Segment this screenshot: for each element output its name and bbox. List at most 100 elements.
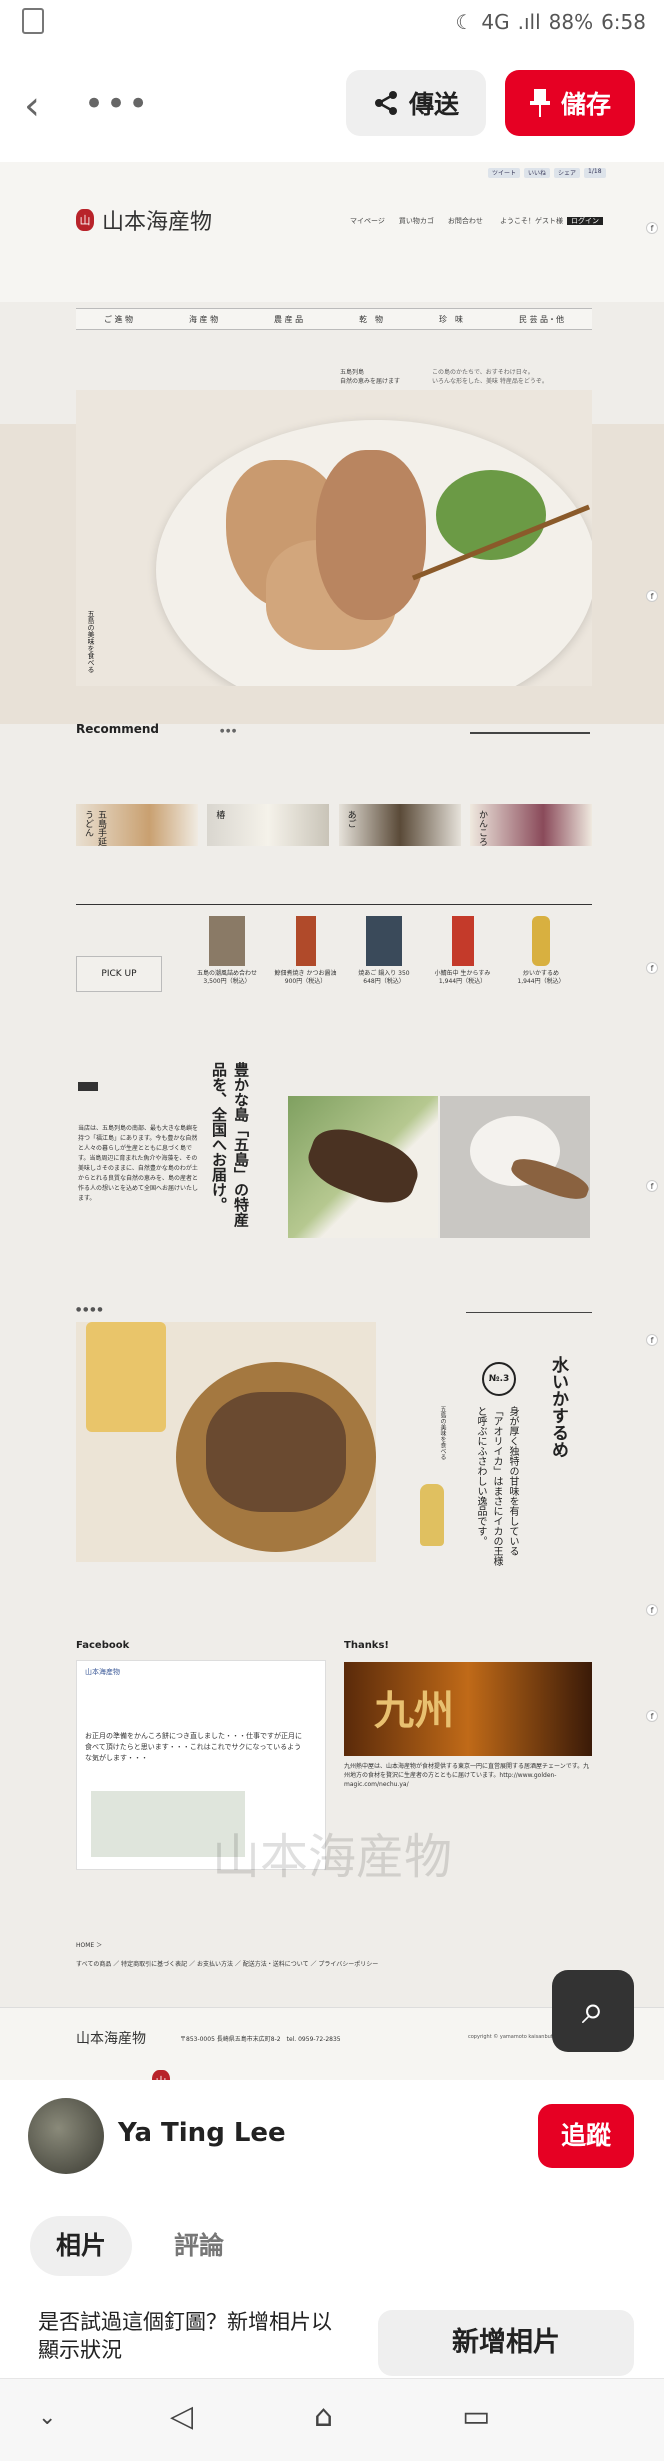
facebook-icon: f (646, 1334, 658, 1346)
chevron-down-icon[interactable]: ⌄ (38, 2405, 56, 2430)
footer-watermark: 山本海産物 (211, 1829, 452, 1885)
thumb-label: 椿 (214, 810, 225, 819)
thanks-text: 九州熱中屋は、山本海産物が食材提供する東京一円に直営展開する居酒屋チェーンです。… (344, 1763, 590, 1788)
beer-glass (86, 1322, 166, 1432)
system-nav-bar: ⌄ ◁ ⌂ ▭ (0, 2378, 664, 2461)
welcome-text: ようこそ！ゲスト様 ログイン (500, 216, 603, 226)
share-row: ツイート いいね シェア 1/18 (488, 168, 606, 178)
squid-image (76, 1322, 376, 1562)
footer-address: 〒853-0005 長崎県五島市末広町8-2 tel. 0959-72-2835 (180, 2036, 341, 2043)
pickup-products: 五島の潮風詰め合わせ 3,500円（税込） 鯨佃煮焼き かつお醤油 900円（税込）… (194, 916, 574, 986)
site-header: 山 山本海産物 ツイート いいね シェア 1/18 マイページ 買い物カゴ お問… (0, 162, 664, 302)
fb-post-text: お正月の準備をかんころ餅につき直しました・・・仕事ですが正月に食べて頂けたらと思… (85, 1732, 302, 1762)
thumb-label: かんころ (476, 810, 487, 846)
send-label: 傳送 (408, 90, 459, 119)
visual-search-icon[interactable]: ⌕ (552, 1970, 634, 2052)
product-image (209, 916, 245, 966)
product-image (532, 916, 550, 966)
thumb-ago: あご (338, 804, 461, 846)
site-logo: 山 山本海産物 (76, 204, 212, 236)
thumb-tsubaki: 椿 (207, 804, 330, 846)
fb-page-name: 山本海産物 (85, 1668, 120, 1676)
facebook-icon: f (646, 1710, 658, 1722)
section-caption: 五島の美味を食べる (439, 1406, 446, 1460)
login-button: ログイン (567, 217, 603, 225)
home-icon[interactable]: ⌂ (314, 2399, 333, 2434)
product-name: 炒いかするめ (522, 970, 559, 977)
thumb-label: 五島手延うどん (83, 810, 106, 846)
try-prompt: 是否試過這個釘圖？新增相片以顯示狀況 (38, 2310, 332, 2362)
facebook-icon: f (646, 222, 658, 234)
logo-seal: 山 (152, 2070, 170, 2080)
cat-dried: 乾 物 (359, 314, 384, 324)
tab-bar: 相片 評論 (0, 2212, 664, 2282)
user-name[interactable]: Ya Ting Lee (118, 2118, 286, 2148)
recents-icon[interactable]: ▭ (462, 2399, 490, 2434)
add-photo-button[interactable]: 新增相片 (378, 2310, 634, 2376)
moon-icon: ☾ (455, 10, 474, 34)
recommend-heading: Recommend (76, 722, 160, 736)
more-options-icon[interactable]: ••• (84, 84, 150, 124)
send-button[interactable]: 傳送 (346, 70, 486, 136)
signal-icon: .ıll (517, 10, 541, 34)
product-price: 1,944円（税込） (517, 978, 565, 985)
user-bar: Ya Ting Lee 追蹤 (0, 2080, 664, 2192)
pickup-label: PICK UP (76, 956, 162, 992)
follow-button[interactable]: 追蹤 (538, 2104, 634, 2168)
hero-caption: 五島の美味を食べる (87, 610, 95, 673)
pickup-divider (76, 904, 592, 905)
thanks-heading: Thanks! (344, 1640, 389, 1651)
fishcake (316, 450, 426, 620)
breadcrumb-home: HOME ＞ (76, 1942, 103, 1949)
back-icon[interactable]: ‹ (24, 86, 40, 126)
number-badge: №.3 (482, 1362, 516, 1396)
battery-label: 88% (548, 10, 594, 34)
back-nav-icon[interactable]: ◁ (170, 2399, 193, 2434)
thumb-kankoro: かんころ (469, 804, 592, 846)
like-button: いいね (524, 168, 551, 178)
network-label: 4G (481, 10, 510, 34)
thumb-label: あご (345, 810, 356, 828)
cat-delicacy: 珍 味 (439, 314, 463, 324)
carousel-dots: ● ● ● (220, 728, 237, 734)
share-button-small: シェア (554, 168, 581, 178)
intro-heading: 五島列島 自然の恵みを届けます (340, 369, 401, 385)
feature-body: 当店は、五島列島の南部、最も大きな島嶼を持つ「福江島」にあります。今も豊かな自然… (78, 1125, 199, 1202)
carousel-dots: ● ● ● ● (76, 1306, 103, 1313)
product-item: 焼あご 鍋入り 350 648円（税込） (351, 916, 417, 986)
tab-comments[interactable]: 評論 (174, 2216, 224, 2276)
category-nav: ご 進 物 海 産 物 農 産 品 乾 物 珍 味 民 芸 品・他 (76, 308, 592, 330)
product-item: 炒いかするめ 1,944円（税込） (508, 916, 574, 986)
feature-title: 豊かな島「五島」の特産品を、全国へお届け。 (210, 1062, 250, 1227)
intro-text: この島のかたちで、おすそわけ日々。 いろんな形をした、美味 特産品をどうぞ。 (432, 369, 548, 385)
footer-copyright: copyright © yamamoto kaisanbutsu (468, 2034, 559, 2040)
tab-photos[interactable]: 相片 (30, 2216, 132, 2276)
nav-cart: 買い物カゴ (398, 217, 434, 225)
product-name: 焼あご 鍋入り 350 (358, 970, 410, 977)
cat-agri: 農 産 品 (274, 314, 304, 324)
avatar[interactable] (28, 2098, 104, 2174)
facebook-icon: f (646, 962, 658, 974)
product-image (366, 916, 402, 966)
hero-image: 五島の美味を食べる (76, 390, 592, 686)
status-bar: ☾ 4G .ıll 88% 6:58 (0, 0, 664, 46)
product-image (295, 916, 316, 966)
save-label: 儲存 (560, 90, 611, 119)
product-price: 900円（税込） (284, 978, 327, 985)
facebook-heading: Facebook (76, 1640, 130, 1651)
product-item: 五島の潮風詰め合わせ 3,500円（税込） (194, 916, 260, 986)
pin-image[interactable]: 山 山本海産物 ツイート いいね シェア 1/18 マイページ 買い物カゴ お問… (0, 162, 664, 2080)
thumb-udon: 五島手延うどん (76, 804, 198, 846)
product-item: 鯨佃煮焼き かつお醤油 900円（税込） (273, 916, 339, 986)
product-price: 648円（税込） (363, 978, 405, 985)
cat-seafood: 海 産 物 (189, 314, 219, 324)
sake-bottle (420, 1484, 444, 1546)
feature-image-salt (440, 1096, 590, 1238)
pin-icon (529, 89, 550, 117)
recommend-divider (470, 732, 590, 734)
save-button[interactable]: 儲存 (505, 70, 635, 136)
share-count: 1/18 (584, 168, 606, 178)
feature-image-fish (288, 1096, 438, 1238)
dried-fish (301, 1118, 425, 1214)
tweet-button: ツイート (488, 168, 521, 178)
